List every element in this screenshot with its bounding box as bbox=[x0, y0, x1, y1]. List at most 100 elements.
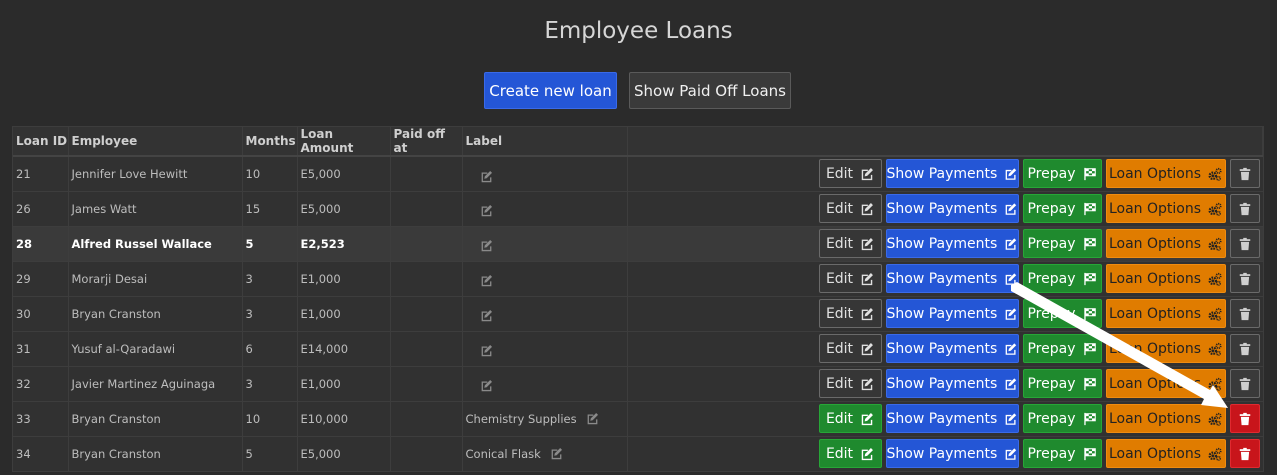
prepay-button[interactable]: Prepay bbox=[1022, 369, 1102, 398]
cogs-icon bbox=[1208, 447, 1222, 461]
edit-label-icon[interactable] bbox=[480, 379, 493, 392]
col-label[interactable]: Label bbox=[462, 127, 628, 157]
cell-label bbox=[462, 365, 628, 401]
flag-checkered-icon bbox=[1083, 377, 1096, 390]
prepay-button[interactable]: Prepay bbox=[1022, 159, 1102, 189]
col-paid-off-at[interactable]: Paid off at bbox=[390, 127, 463, 157]
edit-label-icon[interactable] bbox=[480, 344, 493, 357]
show-payments-button[interactable]: Show Payments bbox=[885, 299, 1019, 328]
loan-options-label: Loan Options bbox=[1108, 445, 1202, 462]
show-paid-off-button[interactable]: Show Paid Off Loans bbox=[629, 72, 791, 109]
cell-months: 5 bbox=[242, 435, 298, 471]
delete-button[interactable] bbox=[1229, 159, 1260, 189]
table-row: 28 Alfred Russel Wallace 5 E2,523 Edit Show P… bbox=[13, 225, 1263, 261]
edit-label-icon[interactable] bbox=[550, 447, 563, 460]
prepay-button[interactable]: Prepay bbox=[1022, 299, 1102, 328]
cell-actions: Edit Show Payments Prepay Loan Options bbox=[627, 190, 1263, 226]
loan-options-button[interactable]: Loan Options bbox=[1105, 439, 1226, 469]
loan-options-button[interactable]: Loan Options bbox=[1105, 334, 1226, 363]
loan-options-label: Loan Options bbox=[1108, 235, 1202, 252]
col-loan-id[interactable]: Loan ID bbox=[13, 127, 69, 157]
edit-icon bbox=[861, 307, 874, 320]
edit-button[interactable]: Edit bbox=[818, 439, 882, 469]
table-row: 29 Morarji Desai 3 E1,000 Edit Show Payments P… bbox=[13, 260, 1263, 296]
prepay-button[interactable]: Prepay bbox=[1022, 194, 1102, 223]
loan-options-button[interactable]: Loan Options bbox=[1105, 229, 1226, 258]
prepay-label: Prepay bbox=[1027, 410, 1076, 427]
cogs-icon bbox=[1208, 237, 1222, 251]
cell-months: 3 bbox=[242, 365, 298, 401]
edit-label-icon[interactable] bbox=[480, 274, 493, 287]
prepay-button[interactable]: Prepay bbox=[1022, 229, 1102, 258]
delete-button[interactable] bbox=[1229, 264, 1260, 293]
edit-button[interactable]: Edit bbox=[818, 404, 882, 433]
delete-button[interactable] bbox=[1229, 369, 1260, 398]
cell-months: 10 bbox=[242, 155, 298, 191]
flag-checkered-icon bbox=[1083, 447, 1096, 460]
prepay-button[interactable]: Prepay bbox=[1022, 404, 1102, 433]
col-actions bbox=[627, 127, 1263, 157]
edit-label-icon[interactable] bbox=[480, 309, 493, 322]
show-payments-button[interactable]: Show Payments bbox=[885, 229, 1019, 258]
show-payments-button[interactable]: Show Payments bbox=[885, 194, 1019, 223]
table-row: 30 Bryan Cranston 3 E1,000 Edit Show Payments… bbox=[13, 295, 1263, 331]
edit-button[interactable]: Edit bbox=[818, 334, 882, 363]
loan-options-button[interactable]: Loan Options bbox=[1105, 404, 1226, 433]
edit-icon bbox=[861, 377, 874, 390]
show-payments-button[interactable]: Show Payments bbox=[885, 334, 1019, 363]
prepay-label: Prepay bbox=[1027, 375, 1076, 392]
delete-button[interactable] bbox=[1229, 194, 1260, 223]
col-employee[interactable]: Employee bbox=[68, 127, 243, 157]
loan-options-button[interactable]: Loan Options bbox=[1105, 264, 1226, 293]
flag-checkered-icon bbox=[1083, 167, 1096, 180]
prepay-label: Prepay bbox=[1027, 270, 1076, 287]
show-payments-button[interactable]: Show Payments bbox=[885, 404, 1019, 433]
edit-label-icon[interactable] bbox=[480, 170, 493, 183]
delete-button[interactable] bbox=[1229, 404, 1260, 433]
cell-employee: Bryan Cranston bbox=[68, 295, 243, 331]
cell-loan-id: 29 bbox=[13, 260, 69, 296]
delete-button[interactable] bbox=[1229, 299, 1260, 328]
delete-button[interactable] bbox=[1229, 334, 1260, 363]
prepay-button[interactable]: Prepay bbox=[1022, 264, 1102, 293]
loan-options-button[interactable]: Loan Options bbox=[1105, 159, 1226, 189]
delete-button[interactable] bbox=[1229, 229, 1260, 258]
edit-label-icon[interactable] bbox=[480, 204, 493, 217]
create-loan-button[interactable]: Create new loan bbox=[484, 72, 617, 109]
edit-button[interactable]: Edit bbox=[818, 369, 882, 398]
edit-button[interactable]: Edit bbox=[818, 264, 882, 293]
cell-loan-id: 32 bbox=[13, 365, 69, 401]
cell-loan-id: 21 bbox=[13, 155, 69, 191]
show-payments-button[interactable]: Show Payments bbox=[885, 369, 1019, 398]
loan-options-button[interactable]: Loan Options bbox=[1105, 299, 1226, 328]
cell-employee: Javier Martinez Aguinaga bbox=[68, 365, 243, 401]
prepay-button[interactable]: Prepay bbox=[1022, 334, 1102, 363]
cell-paid-off-at bbox=[390, 260, 463, 296]
cell-months: 15 bbox=[242, 190, 298, 226]
cell-employee: Morarji Desai bbox=[68, 260, 243, 296]
cell-actions: Edit Show Payments Prepay Loan Options bbox=[627, 330, 1263, 366]
edit-button[interactable]: Edit bbox=[818, 299, 882, 328]
edit-label-icon[interactable] bbox=[586, 412, 599, 425]
prepay-button[interactable]: Prepay bbox=[1022, 439, 1102, 469]
cell-actions: Edit Show Payments Prepay Loan Options bbox=[627, 365, 1263, 401]
edit-label: Edit bbox=[825, 165, 854, 182]
loan-options-button[interactable]: Loan Options bbox=[1105, 194, 1226, 223]
edit-icon bbox=[861, 342, 874, 355]
col-loan-amount[interactable]: Loan Amount bbox=[297, 127, 391, 157]
loan-options-button[interactable]: Loan Options bbox=[1105, 369, 1226, 398]
flag-checkered-icon bbox=[1083, 342, 1096, 355]
trash-icon bbox=[1239, 412, 1250, 425]
col-months[interactable]: Months bbox=[242, 127, 298, 157]
show-payments-button[interactable]: Show Payments bbox=[885, 159, 1019, 189]
cell-label bbox=[462, 260, 628, 296]
show-payments-button[interactable]: Show Payments bbox=[885, 264, 1019, 293]
edit-button[interactable]: Edit bbox=[818, 229, 882, 258]
edit-label-icon[interactable] bbox=[480, 239, 493, 252]
edit-button[interactable]: Edit bbox=[818, 194, 882, 223]
delete-button[interactable] bbox=[1229, 439, 1260, 469]
edit-button[interactable]: Edit bbox=[818, 159, 882, 189]
cell-paid-off-at bbox=[390, 190, 463, 226]
show-payments-button[interactable]: Show Payments bbox=[885, 439, 1019, 469]
flag-checkered-icon bbox=[1083, 202, 1096, 215]
